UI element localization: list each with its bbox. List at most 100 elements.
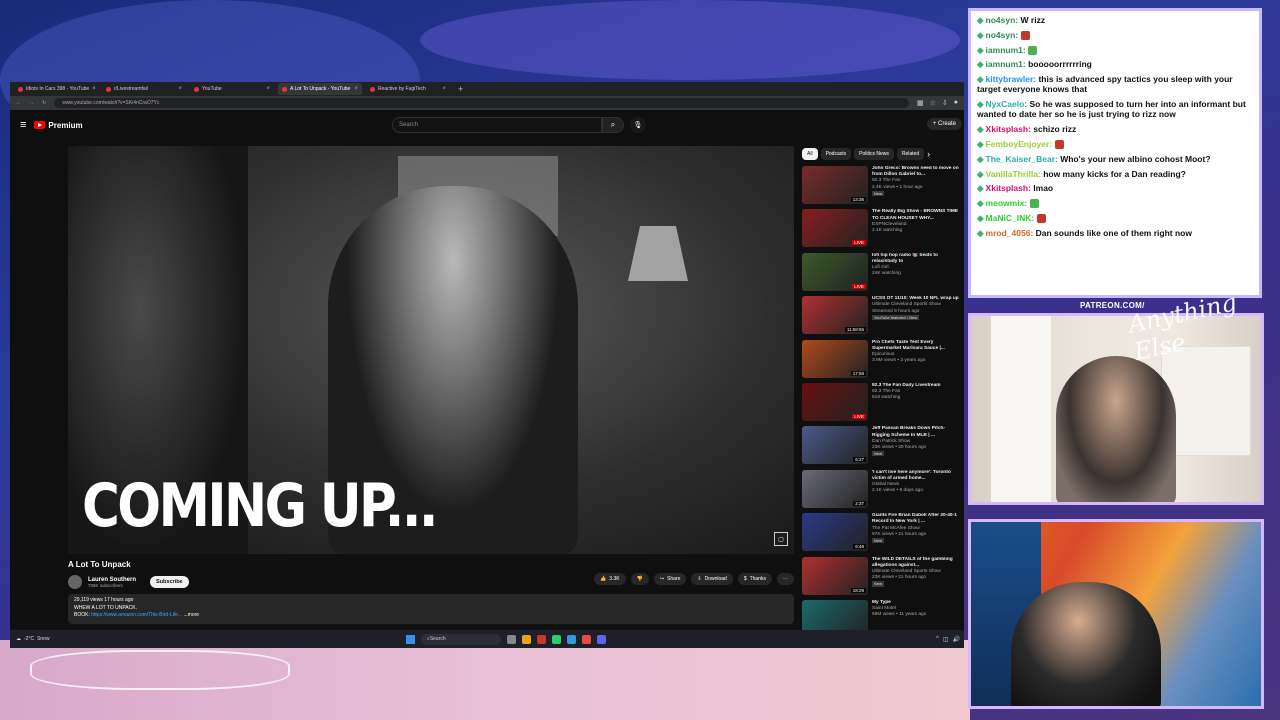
dislike-button[interactable]: 👎 xyxy=(630,573,649,585)
close-tab-icon[interactable]: × xyxy=(442,86,446,92)
download-icon: ⇩ xyxy=(697,576,702,582)
favicon-icon xyxy=(194,86,199,92)
filter-chip[interactable]: All xyxy=(802,148,818,160)
voice-search-button[interactable]: 🎙 xyxy=(630,117,646,133)
taskview-icon[interactable] xyxy=(507,634,516,644)
video-thumbnail[interactable]: 2:37 xyxy=(802,469,868,508)
recommendation-title: Giants Fire Brian Daboll After 20-40-1 R… xyxy=(872,513,957,525)
chat-username[interactable]: FemboyEnjoyer: xyxy=(986,139,1053,149)
close-tab-icon[interactable]: × xyxy=(266,86,270,92)
more-actions-button[interactable]: ⋯ xyxy=(777,573,794,585)
new-tab-icon[interactable]: + xyxy=(454,84,467,94)
badge-gem-icon: ◆ xyxy=(977,168,984,179)
chat-username[interactable]: kittybrawler: xyxy=(986,74,1037,84)
recommendation-item[interactable]: 2:37 'I can't live here anymore': Toronto… xyxy=(802,469,962,513)
recommendation-item[interactable]: LIVE 92.3 The Fan Daily Livestream 92.3 Th… xyxy=(802,382,962,426)
cam-person xyxy=(1011,582,1161,706)
chat-username[interactable]: Xkitsplash: xyxy=(986,124,1031,134)
close-tab-icon[interactable]: × xyxy=(354,86,358,92)
browser-tab[interactable]: YouTube × xyxy=(190,83,274,95)
thanks-button[interactable]: $ Thanks xyxy=(737,573,772,585)
app-icon[interactable] xyxy=(552,634,561,644)
video-thumbnail[interactable]: 11:58:55 xyxy=(802,296,868,335)
download-button[interactable]: ⇩ Download xyxy=(691,573,733,585)
logo-label: Premium xyxy=(48,120,83,130)
recommendation-item[interactable]: 11:58:55 UCSS OT 11/10: Week 10 NFL wrap … xyxy=(802,296,962,339)
video-description[interactable]: 29,119 views 17 hours ago WHEW A LOT TO … xyxy=(68,594,794,624)
app-icon[interactable] xyxy=(537,634,546,644)
favicon-icon xyxy=(282,86,287,92)
start-icon[interactable] xyxy=(406,634,415,644)
filter-chip[interactable]: Related xyxy=(896,148,925,160)
close-tab-icon[interactable]: × xyxy=(92,86,96,92)
discord-icon[interactable] xyxy=(597,634,606,644)
chat-username[interactable]: no4syn: xyxy=(986,15,1019,25)
description-more[interactable]: ...more xyxy=(184,612,200,618)
taskbar-search[interactable]: ⌕ Search xyxy=(421,633,501,645)
close-tab-icon[interactable]: × xyxy=(178,86,182,92)
chat-username[interactable]: The_Kaiser_Bear: xyxy=(986,154,1058,164)
chat-username[interactable]: mrod_4056: xyxy=(986,228,1034,238)
recommendation-item[interactable]: 13:36 John Greco: Browns need to move on … xyxy=(802,166,962,209)
chat-username[interactable]: iamnum1: xyxy=(986,59,1026,69)
create-button[interactable]: + Create xyxy=(926,118,962,130)
search-button[interactable]: ⌕ xyxy=(602,117,624,133)
file-explorer-icon[interactable] xyxy=(522,634,531,644)
url-field[interactable]: www.youtube.com/watch?v=SKi4nCraO7Yc xyxy=(54,98,909,108)
channel-name[interactable]: Lauren Southern xyxy=(88,577,136,583)
filter-chip[interactable]: Politics News xyxy=(854,148,894,160)
forward-icon[interactable]: → xyxy=(29,100,34,106)
recommendation-item[interactable]: 18:29 The WILD DETAILS of the gambling al… xyxy=(802,556,962,600)
chat-username[interactable]: meowmix: xyxy=(986,198,1028,208)
search-input[interactable]: Search xyxy=(392,117,602,133)
video-thumbnail[interactable]: LIVE xyxy=(802,209,868,248)
video-thumbnail[interactable]: 6:27 xyxy=(802,426,868,465)
video-thumbnail[interactable]: 13:36 xyxy=(802,166,868,204)
video-thumbnail[interactable]: 17:58 xyxy=(802,339,868,378)
browser-tab[interactable]: A Lot To Unpack - YouTube × xyxy=(278,83,362,95)
recommendation-item[interactable]: 17:58 Pro Chefs Taste Test Every Supermar… xyxy=(802,339,962,383)
filter-chip[interactable]: Podcasts xyxy=(820,148,852,160)
browser-tab[interactable]: Idiots In Cars 398 - YouTube × xyxy=(14,83,98,95)
chat-username[interactable]: VanillaThrilla: xyxy=(986,169,1041,179)
chat-username[interactable]: no4syn: xyxy=(986,30,1019,40)
video-thumbnail[interactable]: LIVE xyxy=(802,382,868,421)
more-icon: ⋯ xyxy=(783,576,788,582)
browser-tab[interactable]: r/Livestreamfail × xyxy=(102,83,186,95)
youtube-logo[interactable]: Premium xyxy=(34,120,83,130)
profile-icon[interactable]: ● xyxy=(954,99,958,107)
recommendation-views: 23K views • 21 hours ago xyxy=(872,575,927,581)
video-thumbnail[interactable]: 6:48 xyxy=(802,513,868,552)
video-player[interactable]: COMING UP... ▢ xyxy=(68,146,794,554)
recommendation-item[interactable]: 6:27 Jeff Passan Breaks Down Pitch-Riggin… xyxy=(802,426,962,469)
address-bar: ← → ↻ www.youtube.com/watch?v=SKi4nCraO7… xyxy=(10,96,964,110)
chrome-icon[interactable] xyxy=(582,634,591,644)
video-thumbnail[interactable]: LIVE xyxy=(802,252,868,291)
recommendation-item[interactable]: LIVE lofi hip hop radio 📚 beats to relax/… xyxy=(802,252,962,296)
recommendation-item[interactable]: LIVE The Really Big Show - BROWNS TIME TO… xyxy=(802,209,962,252)
bookmark-icon[interactable]: ☆ xyxy=(930,99,936,107)
system-tray[interactable]: ^ ◫ 🔊 xyxy=(936,636,960,643)
browser-tab[interactable]: Reactive by FugiTech × xyxy=(366,83,450,95)
cam-door xyxy=(991,316,1051,502)
chat-username[interactable]: NyxCaelo: xyxy=(986,99,1028,109)
back-icon[interactable]: ← xyxy=(16,100,21,106)
chat-username[interactable]: Xkitsplash: xyxy=(986,183,1031,193)
download-icon[interactable]: ⇩ xyxy=(942,99,948,107)
video-thumbnail[interactable]: 18:29 xyxy=(802,556,868,595)
app-icon[interactable] xyxy=(567,634,576,644)
like-button[interactable]: 👍 3.3K xyxy=(594,573,626,585)
channel-avatar[interactable] xyxy=(68,575,82,589)
channel-watermark-icon[interactable]: ▢ xyxy=(774,532,788,546)
chat-username[interactable]: MaNiC_INK: xyxy=(986,213,1035,223)
menu-icon[interactable]: ≡ xyxy=(20,119,26,131)
extensions-icon[interactable]: ▦ xyxy=(917,99,924,107)
share-button[interactable]: ↪ Share xyxy=(653,573,687,585)
reload-icon[interactable]: ↻ xyxy=(42,100,46,106)
description-link[interactable]: https://www.amazon.com/This-Bird-Life... xyxy=(91,612,182,618)
subscribe-button[interactable]: Subscribe xyxy=(150,576,189,588)
chat-username[interactable]: iamnum1: xyxy=(986,45,1026,55)
chevron-right-icon[interactable]: › xyxy=(927,149,930,159)
weather-widget[interactable]: ☁ -2°C Snow xyxy=(16,636,50,642)
recommendation-item[interactable]: 6:48 Giants Fire Brian Daboll After 20-40… xyxy=(802,513,962,556)
